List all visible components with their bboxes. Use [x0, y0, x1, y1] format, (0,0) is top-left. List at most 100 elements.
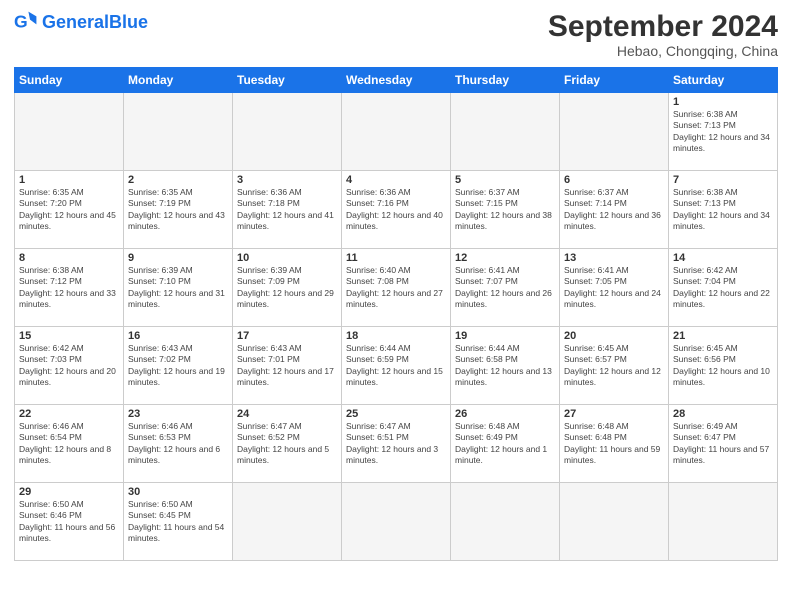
day-cell: 30Sunrise: 6:50 AMSunset: 6:45 PMDayligh…	[124, 483, 233, 561]
day-cell	[560, 483, 669, 561]
day-cell: 5Sunrise: 6:37 AMSunset: 7:15 PMDaylight…	[451, 171, 560, 249]
day-cell: 12Sunrise: 6:41 AMSunset: 7:07 PMDayligh…	[451, 249, 560, 327]
day-cell: 13Sunrise: 6:41 AMSunset: 7:05 PMDayligh…	[560, 249, 669, 327]
logo-blue: Blue	[109, 12, 148, 32]
day-header-monday: Monday	[124, 68, 233, 93]
day-cell: 8Sunrise: 6:38 AMSunset: 7:12 PMDaylight…	[15, 249, 124, 327]
day-cell	[124, 93, 233, 171]
day-number: 14	[673, 252, 773, 264]
day-info: Sunrise: 6:37 AMSunset: 7:14 PMDaylight:…	[564, 187, 664, 233]
day-number: 5	[455, 174, 555, 186]
day-cell: 24Sunrise: 6:47 AMSunset: 6:52 PMDayligh…	[233, 405, 342, 483]
day-info: Sunrise: 6:39 AMSunset: 7:09 PMDaylight:…	[237, 265, 337, 311]
day-number: 9	[128, 252, 228, 264]
day-info: Sunrise: 6:48 AMSunset: 6:48 PMDaylight:…	[564, 421, 664, 467]
day-number: 12	[455, 252, 555, 264]
day-cell: 23Sunrise: 6:46 AMSunset: 6:53 PMDayligh…	[124, 405, 233, 483]
day-info: Sunrise: 6:35 AMSunset: 7:19 PMDaylight:…	[128, 187, 228, 233]
logo-general: General	[42, 12, 109, 32]
calendar-week-6: 29Sunrise: 6:50 AMSunset: 6:46 PMDayligh…	[15, 483, 778, 561]
day-cell: 25Sunrise: 6:47 AMSunset: 6:51 PMDayligh…	[342, 405, 451, 483]
day-header-sunday: Sunday	[15, 68, 124, 93]
day-info: Sunrise: 6:43 AMSunset: 7:02 PMDaylight:…	[128, 343, 228, 389]
day-cell: 14Sunrise: 6:42 AMSunset: 7:04 PMDayligh…	[669, 249, 778, 327]
day-cell: 1Sunrise: 6:38 AMSunset: 7:13 PMDaylight…	[669, 93, 778, 171]
day-info: Sunrise: 6:46 AMSunset: 6:54 PMDaylight:…	[19, 421, 119, 467]
day-info: Sunrise: 6:42 AMSunset: 7:03 PMDaylight:…	[19, 343, 119, 389]
day-info: Sunrise: 6:38 AMSunset: 7:12 PMDaylight:…	[19, 265, 119, 311]
calendar-table: SundayMondayTuesdayWednesdayThursdayFrid…	[14, 67, 778, 561]
calendar-header-row: SundayMondayTuesdayWednesdayThursdayFrid…	[15, 68, 778, 93]
day-cell: 26Sunrise: 6:48 AMSunset: 6:49 PMDayligh…	[451, 405, 560, 483]
day-cell: 2Sunrise: 6:35 AMSunset: 7:19 PMDaylight…	[124, 171, 233, 249]
day-cell: 9Sunrise: 6:39 AMSunset: 7:10 PMDaylight…	[124, 249, 233, 327]
day-info: Sunrise: 6:35 AMSunset: 7:20 PMDaylight:…	[19, 187, 119, 233]
day-number: 7	[673, 174, 773, 186]
day-cell	[342, 93, 451, 171]
day-info: Sunrise: 6:39 AMSunset: 7:10 PMDaylight:…	[128, 265, 228, 311]
logo-text: GeneralBlue	[42, 13, 148, 31]
day-info: Sunrise: 6:40 AMSunset: 7:08 PMDaylight:…	[346, 265, 446, 311]
day-cell: 1Sunrise: 6:35 AMSunset: 7:20 PMDaylight…	[15, 171, 124, 249]
day-header-tuesday: Tuesday	[233, 68, 342, 93]
day-info: Sunrise: 6:36 AMSunset: 7:16 PMDaylight:…	[346, 187, 446, 233]
day-cell	[451, 483, 560, 561]
calendar-week-1: 1Sunrise: 6:38 AMSunset: 7:13 PMDaylight…	[15, 93, 778, 171]
day-info: Sunrise: 6:37 AMSunset: 7:15 PMDaylight:…	[455, 187, 555, 233]
day-info: Sunrise: 6:46 AMSunset: 6:53 PMDaylight:…	[128, 421, 228, 467]
calendar-week-4: 15Sunrise: 6:42 AMSunset: 7:03 PMDayligh…	[15, 327, 778, 405]
day-info: Sunrise: 6:38 AMSunset: 7:13 PMDaylight:…	[673, 187, 773, 233]
day-cell: 20Sunrise: 6:45 AMSunset: 6:57 PMDayligh…	[560, 327, 669, 405]
day-number: 30	[128, 486, 228, 498]
page: G GeneralBlue September 2024 Hebao, Chon…	[0, 0, 792, 612]
day-number: 20	[564, 330, 664, 342]
day-cell	[233, 483, 342, 561]
day-info: Sunrise: 6:41 AMSunset: 7:05 PMDaylight:…	[564, 265, 664, 311]
day-info: Sunrise: 6:47 AMSunset: 6:51 PMDaylight:…	[346, 421, 446, 467]
day-number: 28	[673, 408, 773, 420]
day-cell: 21Sunrise: 6:45 AMSunset: 6:56 PMDayligh…	[669, 327, 778, 405]
day-cell: 19Sunrise: 6:44 AMSunset: 6:58 PMDayligh…	[451, 327, 560, 405]
day-number: 4	[346, 174, 446, 186]
day-number: 25	[346, 408, 446, 420]
logo-icon: G	[14, 10, 38, 34]
day-number: 2	[128, 174, 228, 186]
day-cell	[669, 483, 778, 561]
title-area: September 2024 Hebao, Chongqing, China	[548, 10, 778, 59]
day-info: Sunrise: 6:45 AMSunset: 6:57 PMDaylight:…	[564, 343, 664, 389]
day-cell: 29Sunrise: 6:50 AMSunset: 6:46 PMDayligh…	[15, 483, 124, 561]
day-number: 3	[237, 174, 337, 186]
day-number: 1	[673, 96, 773, 108]
day-number: 18	[346, 330, 446, 342]
day-number: 24	[237, 408, 337, 420]
calendar-week-2: 1Sunrise: 6:35 AMSunset: 7:20 PMDaylight…	[15, 171, 778, 249]
svg-text:G: G	[14, 12, 28, 32]
day-number: 23	[128, 408, 228, 420]
day-cell: 6Sunrise: 6:37 AMSunset: 7:14 PMDaylight…	[560, 171, 669, 249]
day-cell: 17Sunrise: 6:43 AMSunset: 7:01 PMDayligh…	[233, 327, 342, 405]
calendar-week-5: 22Sunrise: 6:46 AMSunset: 6:54 PMDayligh…	[15, 405, 778, 483]
day-number: 13	[564, 252, 664, 264]
day-cell: 22Sunrise: 6:46 AMSunset: 6:54 PMDayligh…	[15, 405, 124, 483]
day-number: 19	[455, 330, 555, 342]
day-info: Sunrise: 6:45 AMSunset: 6:56 PMDaylight:…	[673, 343, 773, 389]
day-cell	[451, 93, 560, 171]
day-info: Sunrise: 6:38 AMSunset: 7:13 PMDaylight:…	[673, 109, 773, 155]
day-header-friday: Friday	[560, 68, 669, 93]
day-cell: 3Sunrise: 6:36 AMSunset: 7:18 PMDaylight…	[233, 171, 342, 249]
day-number: 17	[237, 330, 337, 342]
day-number: 1	[19, 174, 119, 186]
day-number: 8	[19, 252, 119, 264]
day-cell: 7Sunrise: 6:38 AMSunset: 7:13 PMDaylight…	[669, 171, 778, 249]
day-info: Sunrise: 6:50 AMSunset: 6:46 PMDaylight:…	[19, 499, 119, 545]
header: G GeneralBlue September 2024 Hebao, Chon…	[14, 10, 778, 59]
day-header-thursday: Thursday	[451, 68, 560, 93]
day-number: 26	[455, 408, 555, 420]
day-cell	[233, 93, 342, 171]
day-number: 16	[128, 330, 228, 342]
day-cell: 15Sunrise: 6:42 AMSunset: 7:03 PMDayligh…	[15, 327, 124, 405]
day-cell: 16Sunrise: 6:43 AMSunset: 7:02 PMDayligh…	[124, 327, 233, 405]
day-cell: 10Sunrise: 6:39 AMSunset: 7:09 PMDayligh…	[233, 249, 342, 327]
day-info: Sunrise: 6:48 AMSunset: 6:49 PMDaylight:…	[455, 421, 555, 467]
day-info: Sunrise: 6:42 AMSunset: 7:04 PMDaylight:…	[673, 265, 773, 311]
